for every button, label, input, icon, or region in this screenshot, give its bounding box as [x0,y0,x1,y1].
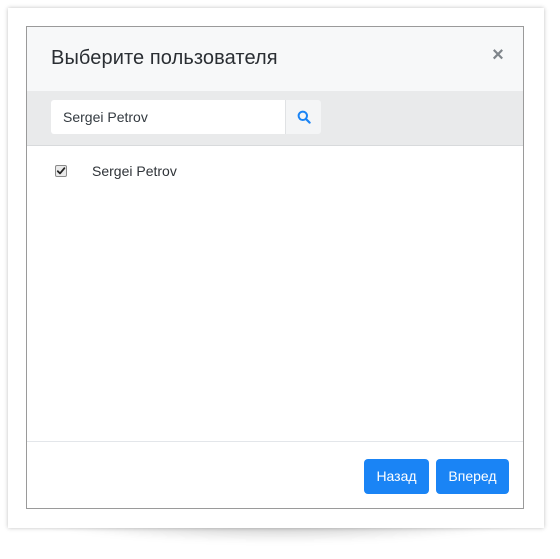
next-button[interactable]: Вперед [436,459,509,494]
search-icon [297,110,311,124]
user-checkbox[interactable] [55,165,67,177]
checkmark-icon [56,167,66,175]
user-select-dialog: Выберите пользователя × Sergei Petrov На… [26,26,524,509]
search-button[interactable] [285,100,321,134]
search-input[interactable] [51,100,285,134]
page: Выберите пользователя × Sergei Petrov На… [0,0,560,559]
dialog-footer: Назад Вперед [27,441,523,508]
dialog-title: Выберите пользователя [51,47,278,69]
back-button[interactable]: Назад [364,459,429,494]
list-item[interactable]: Sergei Petrov [55,161,177,181]
search-bar [27,91,523,146]
background-heading [68,0,388,20]
dialog-header: Выберите пользователя × [27,27,523,92]
close-button[interactable]: × [489,45,507,65]
user-name-label: Sergei Petrov [92,163,177,179]
